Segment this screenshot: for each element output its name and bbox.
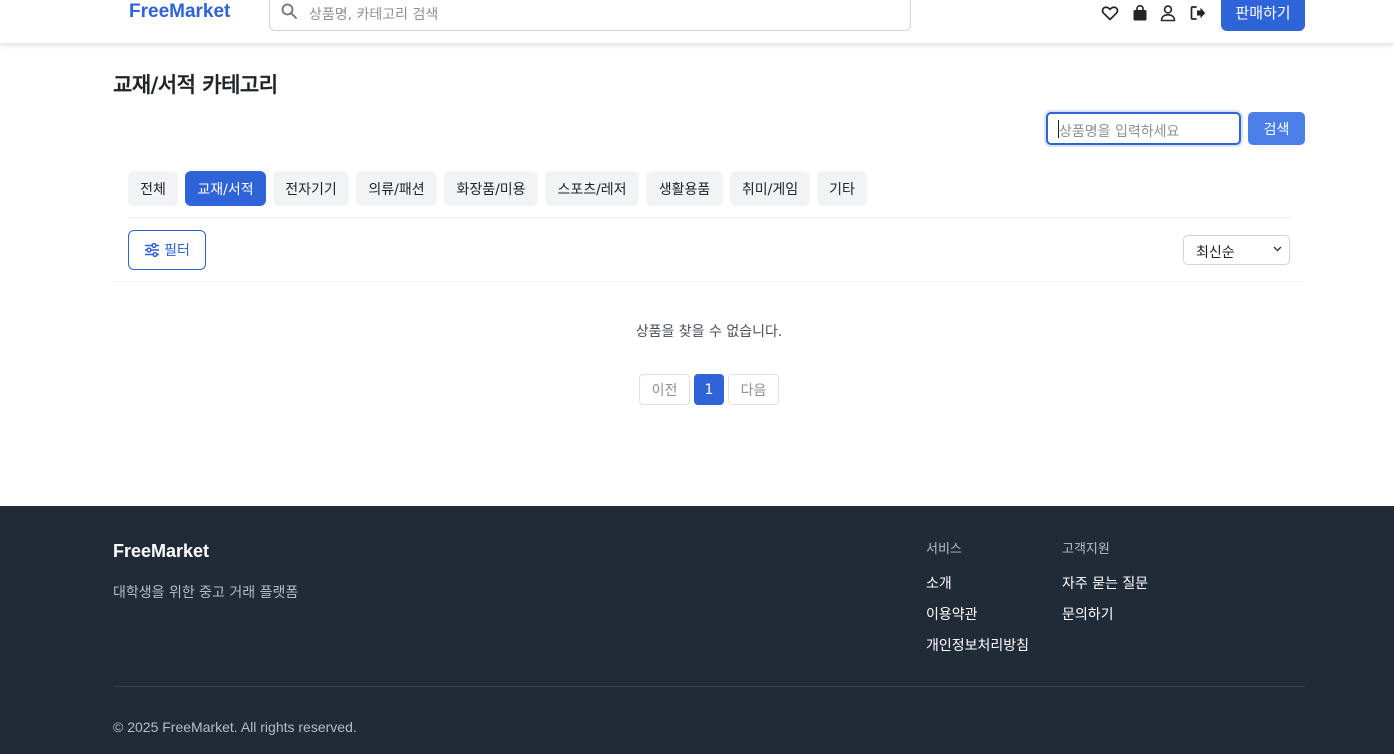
tab-electronics[interactable]: 전자기기 [273,171,349,206]
brand-logo[interactable]: FreeMarket [129,1,230,23]
footer-divider [113,686,1305,687]
user-icon[interactable] [1159,4,1177,22]
sell-button[interactable]: 판매하기 [1221,0,1305,31]
sort-selected-value: 최신순 [1196,245,1235,261]
pagination-next[interactable]: 다음 [728,374,779,405]
category-search-button[interactable]: 검색 [1248,112,1305,145]
tab-etc[interactable]: 기타 [817,171,867,206]
footer-service-heading: 서비스 [926,542,962,557]
footer-link-contact[interactable]: 문의하기 [1062,604,1114,624]
search-icon [281,3,297,19]
footer-brand: FreeMarket [113,541,210,561]
sort-select[interactable]: 최신순 [1183,235,1290,265]
heart-icon[interactable] [1101,4,1119,22]
tabs-divider [128,217,1290,218]
category-search-input[interactable]: 상품명을 입력하세요 [1046,112,1241,145]
sliders-icon [145,243,160,257]
chevron-down-icon [1273,246,1282,252]
tab-beauty[interactable]: 화장품/미용 [444,171,538,206]
pagination-page-current[interactable]: 1 [694,374,724,405]
tab-hobby[interactable]: 취미/게임 [730,171,810,206]
global-search-placeholder: 상품명, 카테고리 검색 [309,7,439,23]
footer-link-faq[interactable]: 자주 묻는 질문 [1062,573,1148,593]
top-navbar: FreeMarket 상품명, 카테고리 검색 판매하기 [0,0,1394,44]
filter-label: 필터 [164,243,190,259]
tab-all[interactable]: 전체 [128,171,178,206]
tab-books[interactable]: 교재/서적 [185,171,266,206]
footer-link-terms[interactable]: 이용약관 [926,604,978,624]
tab-sports[interactable]: 스포츠/레저 [545,171,639,206]
tab-clothing[interactable]: 의류/패션 [356,171,437,206]
filter-button[interactable]: 필터 [128,230,206,270]
footer: FreeMarket 대학생을 위한 중고 거래 플랫폼 서비스 소개 이용약관… [0,506,1394,754]
category-search-placeholder: 상품명을 입력하세요 [1059,124,1180,140]
tab-household[interactable]: 생활용품 [646,171,723,206]
global-search-input[interactable]: 상품명, 카테고리 검색 [269,0,911,31]
footer-link-privacy[interactable]: 개인정보처리방침 [926,635,1029,655]
footer-link-about[interactable]: 소개 [926,573,952,593]
footer-support-heading: 고객지원 [1062,542,1110,557]
logout-icon[interactable] [1189,4,1207,22]
footer-description: 대학생을 위한 중고 거래 플랫폼 [113,585,299,601]
pagination-prev[interactable]: 이전 [639,374,690,405]
empty-results-message: 상품을 찾을 수 없습니다. [635,324,783,340]
shopping-bag-icon[interactable] [1131,4,1149,22]
footer-copyright: © 2025 FreeMarket. All rights reserved. [113,719,357,735]
toolbar-divider [113,281,1305,282]
page-title: 교재/서적 카테고리 [113,73,278,97]
